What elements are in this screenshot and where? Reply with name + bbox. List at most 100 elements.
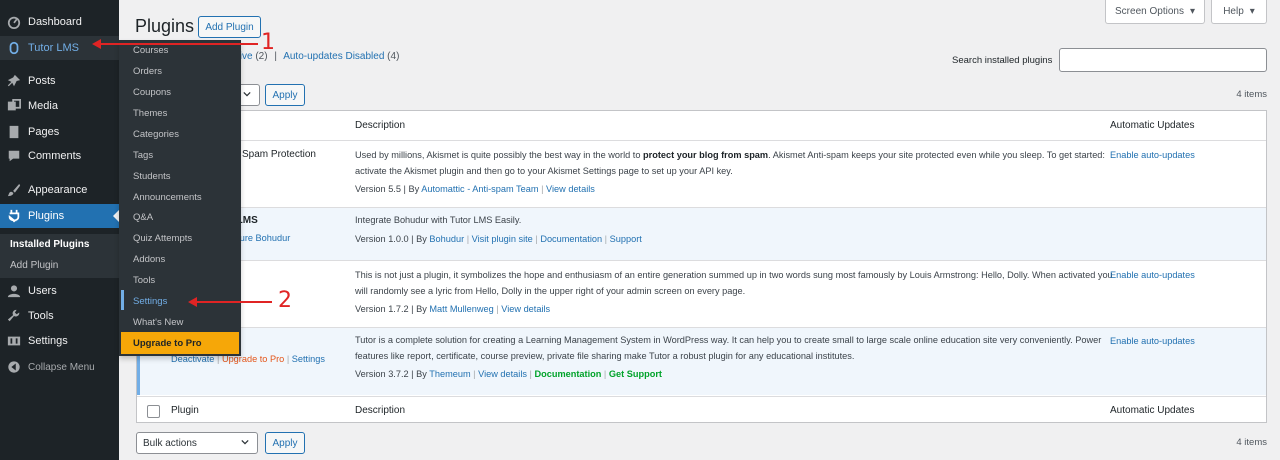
plugin-version: Version 3.7.2 | By: [355, 369, 430, 379]
search-plugins-input[interactable]: [1059, 48, 1267, 72]
sidebar-item-appearance[interactable]: Appearance: [0, 178, 119, 202]
documentation-link[interactable]: Documentation: [540, 234, 602, 244]
sidebar-item-plugins[interactable]: Plugins: [0, 204, 119, 228]
get-support-link[interactable]: Get Support: [609, 369, 662, 379]
caret-down-icon: ▾: [1189, 6, 1195, 17]
sidebar-item-label: Tutor LMS: [28, 42, 79, 54]
plugin-author-link[interactable]: Themeum: [429, 369, 470, 379]
wrench-icon: [0, 309, 28, 323]
bulk-actions-select-bottom[interactable]: Bulk actions: [136, 432, 258, 454]
sidebar-item-label: Tools: [28, 310, 54, 322]
flyout-item-themes[interactable]: Themes: [133, 108, 167, 119]
column-plugin-footer[interactable]: Plugin: [171, 405, 199, 416]
sidebar-item-label: Appearance: [28, 184, 88, 196]
column-description-footer: Description: [355, 405, 406, 416]
flyout-item-settings[interactable]: Settings: [133, 296, 167, 307]
flyout-upgrade-to-pro-button[interactable]: Upgrade to Pro: [121, 332, 239, 354]
user-icon: [0, 284, 28, 298]
flyout-item-qa[interactable]: Q&A: [133, 212, 153, 223]
chevron-down-icon: [241, 439, 249, 445]
enable-auto-updates-link[interactable]: Enable auto-updates: [1110, 336, 1195, 346]
main-content: Plugins Add Plugin Screen Options ▾ Help…: [119, 0, 1280, 460]
flyout-item-tools[interactable]: Tools: [133, 275, 155, 286]
annotation-arrow-1: [100, 43, 258, 45]
sidebar-item-users[interactable]: Users: [0, 279, 119, 303]
column-description-header: Description: [355, 120, 406, 131]
flyout-item-categories[interactable]: Categories: [133, 129, 179, 140]
view-details-link[interactable]: View details: [478, 369, 527, 379]
plugin-version: Version 1.0.0 | By: [355, 234, 430, 244]
plugin-description: Used by millions, Akismet is quite possi…: [355, 147, 1115, 179]
submenu-add-plugin[interactable]: Add Plugin: [10, 260, 58, 271]
sidebar-item-media[interactable]: Media: [0, 94, 119, 118]
visit-plugin-site-link[interactable]: Visit plugin site: [472, 234, 533, 244]
column-auto-updates-footer[interactable]: Automatic Updates: [1110, 405, 1195, 416]
sidebar-item-label: Dashboard: [28, 16, 82, 28]
plugin-author-link[interactable]: Automattic - Anti-spam Team: [421, 184, 538, 194]
enable-auto-updates-link[interactable]: Enable auto-updates: [1110, 270, 1195, 280]
plugin-author-link[interactable]: Matt Mullenweg: [429, 304, 493, 314]
sidebar-item-tutor-lms[interactable]: Tutor LMS: [0, 36, 119, 60]
sidebar-item-tools[interactable]: Tools: [0, 304, 119, 328]
apply-button-top[interactable]: Apply: [265, 84, 305, 106]
plugin-settings-link[interactable]: Settings: [292, 354, 325, 364]
support-link[interactable]: Support: [610, 234, 642, 244]
apply-button-bottom[interactable]: Apply: [265, 432, 305, 454]
items-count-bottom: 4 items: [1236, 437, 1267, 448]
plugin-icon: [0, 209, 28, 223]
tutor-lms-flyout-menu: Courses Orders Coupons Themes Categories…: [119, 40, 241, 356]
sidebar-item-settings[interactable]: Settings: [0, 329, 119, 353]
flyout-item-coupons[interactable]: Coupons: [133, 87, 171, 98]
plugin-author-link[interactable]: Bohudur: [429, 234, 464, 244]
documentation-link[interactable]: Documentation: [534, 369, 601, 379]
media-icon: [0, 99, 28, 113]
settings-icon: [0, 334, 28, 348]
description-text: Used by millions, Akismet is quite possi…: [355, 150, 644, 160]
pin-icon: [0, 74, 28, 88]
active-indicator: [121, 290, 124, 310]
sidebar-item-label: Pages: [28, 126, 60, 138]
plugin-version: Version 5.5 | By: [355, 184, 422, 194]
plugin-meta: Version 1.7.2 | By Matt Mullenweg | View…: [355, 304, 551, 314]
chevron-down-icon: [243, 91, 251, 97]
flyout-item-tags[interactable]: Tags: [133, 150, 153, 161]
flyout-item-announcements[interactable]: Announcements: [133, 192, 202, 203]
column-auto-updates-header[interactable]: Automatic Updates: [1110, 120, 1195, 131]
flyout-item-courses[interactable]: Courses: [133, 45, 168, 56]
help-button[interactable]: Help ▾: [1211, 0, 1267, 24]
flyout-item-addons[interactable]: Addons: [133, 254, 165, 265]
flyout-item-whats-new[interactable]: What's New: [133, 317, 183, 328]
add-plugin-button[interactable]: Add Plugin: [198, 16, 261, 38]
description-bold: protect your blog from spam: [643, 150, 769, 160]
annotation-arrow-2: [196, 301, 272, 303]
flyout-item-students[interactable]: Students: [133, 171, 171, 182]
view-details-link[interactable]: View details: [546, 184, 595, 194]
select-all-checkbox[interactable]: [147, 405, 160, 418]
plugin-meta: Version 1.0.0 | By Bohudur | Visit plugi…: [355, 234, 642, 244]
collapse-menu-button[interactable]: Collapse Menu: [0, 355, 119, 379]
sidebar-item-pages[interactable]: Pages: [0, 120, 119, 144]
plugin-description: This is not just a plugin, it symbolizes…: [355, 270, 1113, 296]
table-row: Deactivate | Upgrade to Pro | Settings T…: [137, 328, 1266, 395]
sidebar-item-label: Collapse Menu: [28, 361, 95, 373]
view-details-link[interactable]: View details: [501, 304, 550, 314]
admin-sidebar: Dashboard Tutor LMS Posts Media Pages Co…: [0, 0, 119, 460]
submenu-installed-plugins[interactable]: Installed Plugins: [10, 239, 89, 250]
sidebar-item-label: Comments: [28, 150, 82, 162]
sidebar-item-dashboard[interactable]: Dashboard: [0, 10, 119, 34]
plugins-submenu: Installed Plugins Add Plugin: [0, 234, 119, 278]
caret-down-icon: ▾: [1249, 6, 1255, 17]
page-title: Plugins: [135, 16, 195, 36]
items-count-top: 4 items: [1236, 89, 1267, 100]
filter-auto-updates-disabled[interactable]: Auto-updates Disabled: [283, 51, 384, 62]
flyout-item-quiz-attempts[interactable]: Quiz Attempts: [133, 233, 192, 244]
flyout-item-orders[interactable]: Orders: [133, 66, 162, 77]
annotation-number-2: 2: [278, 288, 292, 313]
plugin-description: Integrate Bohudur with Tutor LMS Easily.: [355, 215, 522, 225]
plugin-meta: Version 5.5 | By Automattic - Anti-spam …: [355, 184, 595, 194]
sidebar-item-comments[interactable]: Comments: [0, 144, 119, 168]
screen-options-button[interactable]: Screen Options ▾: [1105, 0, 1205, 24]
enable-auto-updates-link[interactable]: Enable auto-updates: [1110, 150, 1195, 160]
sidebar-item-posts[interactable]: Posts: [0, 69, 119, 93]
sidebar-item-label: Media: [28, 100, 58, 112]
